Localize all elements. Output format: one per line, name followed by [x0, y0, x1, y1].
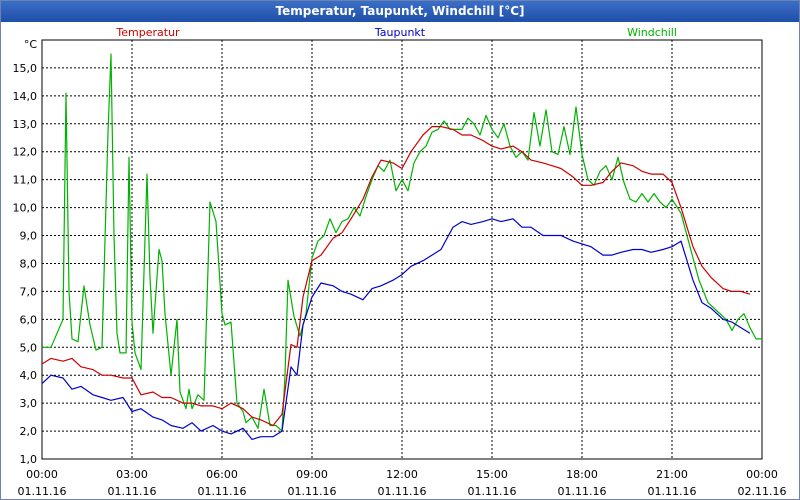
x-tick-time: 00:00	[26, 468, 58, 481]
x-tick-date: 01.11.16	[198, 485, 247, 498]
y-tick-label: 13,0	[13, 118, 38, 131]
x-tick-date: 01.11.16	[558, 485, 607, 498]
legend-temperatur: Temperatur	[115, 26, 180, 39]
y-tick-label: 3,0	[20, 397, 38, 410]
x-tick-date: 01.11.16	[108, 485, 157, 498]
x-tick-date: 01.11.16	[468, 485, 517, 498]
x-tick-time: 03:00	[116, 468, 148, 481]
y-tick-label: 12,0	[13, 146, 38, 159]
x-tick-date: 01.11.16	[648, 485, 697, 498]
y-tick-label: 4,0	[20, 369, 38, 382]
y-tick-label: 1,0	[20, 453, 38, 466]
x-tick-time: 12:00	[386, 468, 418, 481]
legend-taupunkt: Taupunkt	[374, 26, 426, 39]
y-tick-label: 15,0	[13, 62, 38, 75]
y-tick-label: 9,0	[20, 230, 38, 243]
x-tick-date: 02.11.16	[738, 485, 787, 498]
y-tick-label: 8,0	[20, 257, 38, 270]
y-tick-label: 10,0	[13, 202, 38, 215]
x-tick-date: 01.11.16	[288, 485, 337, 498]
x-tick-time: 18:00	[566, 468, 598, 481]
x-tick-date: 01.11.16	[18, 485, 67, 498]
x-tick-time: 09:00	[296, 468, 328, 481]
y-axis-label: °C	[24, 38, 38, 51]
y-tick-label: 5,0	[20, 341, 38, 354]
x-tick-date: 01.11.16	[378, 485, 427, 498]
x-tick-time: 21:00	[656, 468, 688, 481]
chart-canvas: 1,0 2,0 3,0 4,0 5,0 6,0 7,0 8,0 9,0 10,0 11,0 12,0 1…	[13, 26, 787, 498]
x-tick-time: 06:00	[206, 468, 238, 481]
y-tick-label: 14,0	[13, 90, 38, 103]
y-tick-label: 11,0	[13, 174, 38, 187]
x-tick-time: 00:00	[746, 468, 778, 481]
y-tick-label: 2,0	[20, 425, 38, 438]
x-tick-time: 15:00	[476, 468, 508, 481]
y-tick-label: 6,0	[20, 313, 38, 326]
y-tick-label: 7,0	[20, 285, 38, 298]
legend-windchill: Windchill	[627, 26, 677, 39]
